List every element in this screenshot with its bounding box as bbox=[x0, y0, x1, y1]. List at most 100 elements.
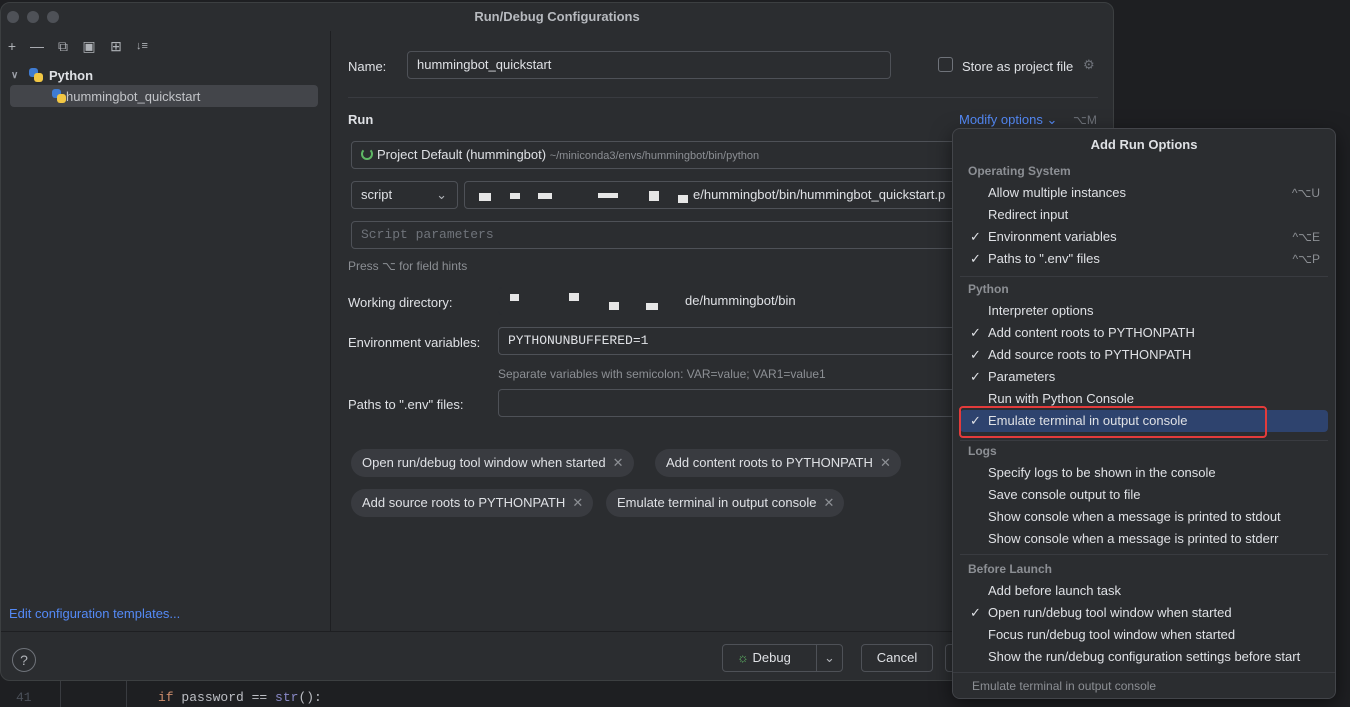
section-logs: Logs bbox=[968, 444, 997, 458]
popup-option-shortcut: ^⌥U bbox=[1291, 186, 1320, 200]
python-icon bbox=[52, 89, 66, 103]
tree-item-hummingbot-quickstart[interactable]: hummingbot_quickstart bbox=[10, 85, 318, 107]
popup-option[interactable]: Show console when a message is printed t… bbox=[960, 528, 1328, 550]
help-button[interactable]: ? bbox=[12, 648, 36, 672]
popup-option[interactable]: Interpreter options bbox=[960, 300, 1328, 322]
popup-option[interactable]: ✓ Environment variables ^⌥E bbox=[960, 226, 1328, 248]
highlight-annotation bbox=[959, 406, 1267, 438]
modify-options-shortcut: ⌥M bbox=[1073, 113, 1097, 127]
popup-option-label: Run with Python Console bbox=[988, 391, 1134, 406]
checkmark-icon: ✓ bbox=[970, 605, 981, 620]
configurations-sidebar: + — ⧉ ▣ ⊞ ↓≡ ∨ Python hummingbot_quickst… bbox=[1, 31, 331, 631]
divider bbox=[960, 440, 1328, 441]
popup-option[interactable]: Add before launch task bbox=[960, 580, 1328, 602]
option-chip[interactable]: Emulate terminal in output console ✕ bbox=[606, 489, 845, 517]
section-operating-system: Operating System bbox=[968, 164, 1071, 178]
field-hint-text: Press ⌥ for field hints bbox=[348, 259, 468, 273]
script-parameters-input[interactable]: Script parameters bbox=[351, 221, 961, 249]
remove-icon[interactable]: — bbox=[28, 37, 46, 55]
environment-variables-label: Environment variables: bbox=[348, 335, 481, 350]
edit-templates-link[interactable]: Edit configuration templates... bbox=[9, 606, 180, 621]
save-icon[interactable]: ▣ bbox=[80, 37, 98, 55]
tree-item-label: hummingbot_quickstart bbox=[66, 88, 201, 104]
popup-option-label: Add source roots to PYTHONPATH bbox=[988, 347, 1192, 362]
run-heading: Run bbox=[348, 112, 374, 127]
chevron-down-icon[interactable]: ∨ bbox=[11, 70, 23, 81]
popup-option-label: Interpreter options bbox=[988, 303, 1094, 318]
popup-option[interactable]: ✓ Add content roots to PYTHONPATH bbox=[960, 322, 1328, 344]
run-debug-dialog: Run/Debug Configurations + — ⧉ ▣ ⊞ ↓≡ ∨ … bbox=[0, 2, 1114, 681]
dotenv-files-label: Paths to ".env" files: bbox=[348, 397, 464, 412]
tree-group-python[interactable]: ∨ Python bbox=[11, 65, 93, 85]
popup-option-shortcut: ^⌥P bbox=[1292, 252, 1320, 266]
popup-option[interactable]: ✓ Parameters bbox=[960, 366, 1328, 388]
popup-option-label: Save console output to file bbox=[988, 487, 1141, 502]
dialog-footer: ? ☼ Debug ⌄ Cancel bbox=[1, 631, 1113, 680]
close-icon[interactable]: ✕ bbox=[572, 489, 583, 517]
checkmark-icon: ✓ bbox=[970, 251, 981, 266]
interpreter-select[interactable]: Project Default (hummingbot) ~/miniconda… bbox=[351, 141, 961, 169]
chevron-down-icon: ⌄ bbox=[436, 187, 447, 202]
popup-option[interactable]: Redirect input bbox=[960, 204, 1328, 226]
close-icon[interactable]: ✕ bbox=[824, 489, 835, 517]
checkmark-icon: ✓ bbox=[970, 369, 981, 384]
popup-option[interactable]: Specify logs to be shown in the console bbox=[960, 462, 1328, 484]
sort-icon[interactable]: ↓≡ bbox=[133, 37, 151, 55]
checkmark-icon: ✓ bbox=[970, 325, 981, 340]
line-number: 41 bbox=[16, 690, 32, 705]
popup-option-shortcut: ^⌥E bbox=[1292, 230, 1320, 244]
popup-option[interactable]: ✓ Open run/debug tool window when started bbox=[960, 602, 1328, 624]
gear-icon[interactable]: ⚙ bbox=[1083, 57, 1095, 73]
environment-variables-input[interactable]: PYTHONUNBUFFERED=1 bbox=[498, 327, 961, 355]
add-run-options-popup: Add Run Options Operating System Allow m… bbox=[952, 128, 1336, 699]
popup-option-label: Show the run/debug configuration setting… bbox=[988, 649, 1301, 664]
modify-options-link[interactable]: Modify options ⌄ bbox=[959, 112, 1057, 128]
popup-option[interactable]: Show console when a message is printed t… bbox=[960, 506, 1328, 528]
close-icon[interactable]: ✕ bbox=[880, 449, 891, 477]
popup-option[interactable]: ✓ Paths to ".env" files ^⌥P bbox=[960, 248, 1328, 270]
store-as-project-label: Store as project file bbox=[962, 59, 1074, 74]
option-chip[interactable]: Open run/debug tool window when started ✕ bbox=[351, 449, 634, 477]
copy-icon[interactable]: ⧉ bbox=[54, 37, 72, 55]
popup-option[interactable]: Focus run/debug tool window when started bbox=[960, 624, 1328, 646]
popup-option-label: Show console when a message is printed t… bbox=[988, 531, 1279, 546]
checkmark-icon: ✓ bbox=[970, 229, 981, 244]
close-window-button[interactable] bbox=[7, 11, 19, 23]
popup-option-label: Add before launch task bbox=[988, 583, 1121, 598]
divider bbox=[348, 97, 1098, 98]
popup-status: Emulate terminal in output console bbox=[953, 672, 1335, 698]
cancel-button[interactable]: Cancel bbox=[861, 644, 933, 672]
popup-option-label: Add content roots to PYTHONPATH bbox=[988, 325, 1195, 340]
debug-button[interactable]: ☼ Debug ⌄ bbox=[722, 644, 843, 672]
store-as-project-checkbox[interactable] bbox=[938, 57, 953, 72]
working-directory-input[interactable]: de/hummingbot/bin bbox=[498, 287, 961, 315]
dialog-title: Run/Debug Configurations bbox=[474, 9, 640, 24]
minimize-window-button[interactable] bbox=[27, 11, 39, 23]
script-type-select[interactable]: script ⌄ bbox=[351, 181, 458, 209]
python-icon bbox=[29, 68, 43, 82]
name-input[interactable]: hummingbot_quickstart bbox=[407, 51, 891, 79]
popup-option[interactable]: Save console output to file bbox=[960, 484, 1328, 506]
close-icon[interactable]: ✕ bbox=[613, 449, 624, 477]
new-folder-icon[interactable]: ⊞ bbox=[107, 37, 125, 55]
name-label: Name: bbox=[348, 59, 387, 74]
popup-option-label: Open run/debug tool window when started bbox=[988, 605, 1232, 620]
popup-option[interactable]: Allow multiple instances ^⌥U bbox=[960, 182, 1328, 204]
chevron-down-icon[interactable]: ⌄ bbox=[824, 645, 835, 671]
popup-option[interactable]: Show the run/debug configuration setting… bbox=[960, 646, 1328, 668]
popup-option-label: Environment variables bbox=[988, 229, 1117, 244]
tree-group-label: Python bbox=[49, 67, 94, 83]
zoom-window-button[interactable] bbox=[47, 11, 59, 23]
dotenv-files-input[interactable] bbox=[498, 389, 961, 417]
option-chip[interactable]: Add source roots to PYTHONPATH ✕ bbox=[351, 489, 594, 517]
option-chip[interactable]: Add content roots to PYTHONPATH ✕ bbox=[655, 449, 901, 477]
section-python: Python bbox=[968, 282, 1009, 296]
popup-option-label: Focus run/debug tool window when started bbox=[988, 627, 1236, 642]
section-before-launch: Before Launch bbox=[968, 562, 1053, 576]
code-text: if password == str(): bbox=[158, 690, 322, 705]
popup-option[interactable]: ✓ Add source roots to PYTHONPATH bbox=[960, 344, 1328, 366]
add-icon[interactable]: + bbox=[3, 37, 21, 55]
popup-option-label: Specify logs to be shown in the console bbox=[988, 465, 1216, 480]
popup-title: Add Run Options bbox=[1090, 137, 1198, 152]
checkmark-icon: ✓ bbox=[970, 347, 981, 362]
